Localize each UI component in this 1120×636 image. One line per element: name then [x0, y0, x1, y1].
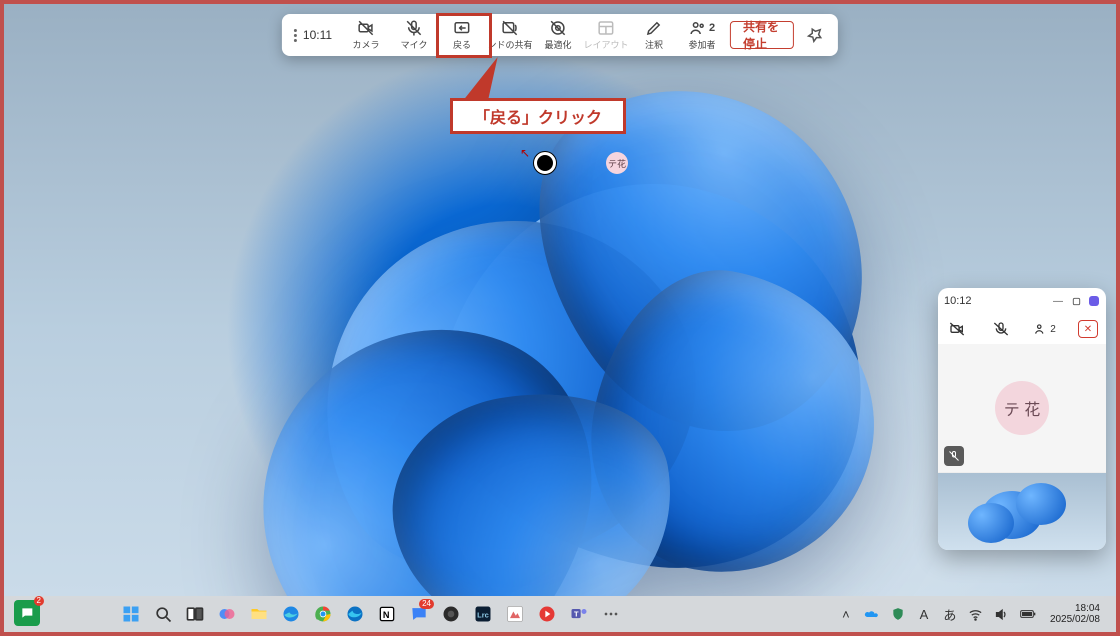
screenshot-frame [0, 0, 1120, 636]
